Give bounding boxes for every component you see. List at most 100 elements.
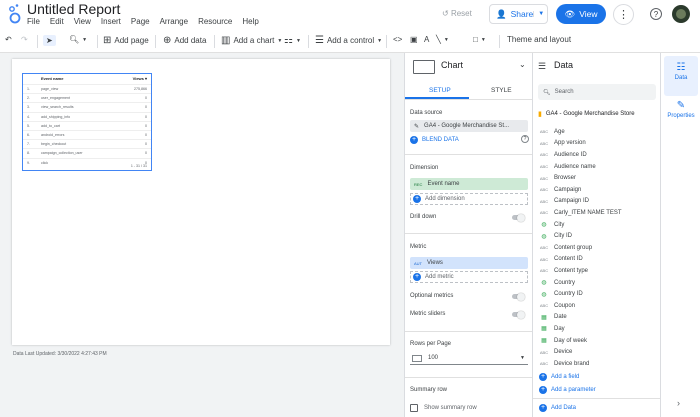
menu-resource[interactable]: Resource xyxy=(198,17,232,26)
field-item[interactable]: ▦ Date xyxy=(539,312,567,324)
field-item[interactable]: ▦ Day of week xyxy=(539,335,587,347)
avatar[interactable] xyxy=(672,5,690,23)
theme-and-layout-button[interactable]: Theme and layout xyxy=(507,35,571,44)
chart-panel-title: Chart xyxy=(441,60,464,70)
menu-view[interactable]: View xyxy=(74,17,91,26)
field-item[interactable]: ABC Audience ID xyxy=(539,149,587,161)
add-data-icon: ⊕ xyxy=(163,35,172,46)
zoom-icon[interactable]: 🔍︎ ▼ xyxy=(69,35,87,44)
table-row: 5. add_to_cart 0 xyxy=(23,120,151,129)
redo-icon[interactable]: ↷ xyxy=(21,35,28,44)
column-header-views[interactable]: Views ▾ xyxy=(133,76,147,81)
table-row: 2. user_engagement 0 xyxy=(23,93,151,101)
field-item[interactable]: ABC App version xyxy=(539,138,586,150)
table-chart[interactable]: Event name Views ▾ 1. page_view 275,866 2. u… xyxy=(22,73,152,171)
field-item[interactable]: ABC Campaign ID xyxy=(539,196,589,208)
tab-style[interactable]: STYLE xyxy=(491,87,512,94)
help-icon[interactable]: ? xyxy=(650,8,662,20)
add-dimension-button[interactable]: + Add dimension xyxy=(410,193,528,205)
field-item[interactable]: ABC Coupon xyxy=(539,300,575,312)
table-chart-type-icon[interactable] xyxy=(413,60,435,74)
summary-row-label: Summary row xyxy=(410,387,448,393)
report-title[interactable]: Untitled Report xyxy=(27,1,120,17)
field-item[interactable]: ◍ City ID xyxy=(539,230,572,242)
search-input[interactable]: 🔍︎ Search xyxy=(538,84,656,100)
add-page-button[interactable]: ⊞ Add page xyxy=(103,35,149,46)
field-item[interactable]: ABC Device xyxy=(539,346,572,358)
globe-icon: ◍ xyxy=(541,222,547,229)
field-item[interactable]: ABC Content ID xyxy=(539,254,583,266)
image-icon[interactable]: ▣ xyxy=(410,35,418,44)
share-dropdown-icon[interactable]: ▼ xyxy=(533,11,548,17)
help-circle-icon[interactable]: ? xyxy=(521,135,529,143)
table-pagination[interactable]: 1 - 31 / 31 xyxy=(131,164,147,168)
field-item[interactable]: ABC Browser xyxy=(539,172,576,184)
community-visualizations-icon[interactable]: ⚏ ▼ xyxy=(284,35,301,46)
add-chart-button[interactable]: ▥ Add a chart ▼ xyxy=(221,35,282,46)
field-item[interactable]: ABC Audience name xyxy=(539,161,596,173)
right-rail: ☷ Data ✎ Properties › xyxy=(660,53,700,417)
metric-sliders-toggle[interactable] xyxy=(512,310,525,319)
field-item[interactable]: ABC Carly_ITEM NAME TEST xyxy=(539,207,622,219)
dimension-chip[interactable]: REC Event name xyxy=(410,178,528,190)
drill-down-toggle[interactable] xyxy=(512,213,525,222)
field-item[interactable]: ◍ Country ID xyxy=(539,288,582,300)
undo-icon[interactable]: ↶ xyxy=(5,35,12,44)
text-field-icon: ABC xyxy=(539,198,549,204)
menu-arrange[interactable]: Arrange xyxy=(160,17,188,26)
edit-pencil-icon[interactable]: ✎ xyxy=(414,123,419,130)
field-item[interactable]: ▦ Day xyxy=(539,323,565,335)
collapse-chevron-icon[interactable]: ⌄ xyxy=(519,60,526,69)
control-icon: ☰ xyxy=(315,35,324,46)
add-metric-plus-icon: + xyxy=(413,273,421,281)
field-item[interactable]: ABC Content type xyxy=(539,265,588,277)
metric-chip[interactable]: AUT Views xyxy=(410,257,528,269)
show-summary-row-checkbox[interactable] xyxy=(410,404,418,412)
add-metric-button[interactable]: + Add metric xyxy=(410,271,528,283)
add-data-plus-icon: + xyxy=(539,404,547,412)
tab-setup[interactable]: SETUP xyxy=(429,87,451,94)
add-field-button[interactable]: + Add a field xyxy=(539,371,579,383)
metric-sliders-label: Metric sliders xyxy=(410,311,446,317)
field-item[interactable]: ABC Campaign xyxy=(539,184,581,196)
data-source-name[interactable]: ▮ GA4 - Google Merchandise Store xyxy=(538,110,635,118)
share-button[interactable]: 👤 Share ▼ xyxy=(489,4,548,24)
text-icon[interactable]: A xyxy=(424,35,429,44)
looker-studio-logo-icon[interactable] xyxy=(6,3,22,25)
add-data-button[interactable]: + Add Data xyxy=(539,402,576,414)
field-item[interactable]: ABC Device brand xyxy=(539,358,589,370)
rows-per-page-select[interactable]: 100 ▼ xyxy=(410,352,528,365)
rail-properties-tab[interactable]: ✎ Properties xyxy=(664,98,698,128)
share-label: Share xyxy=(510,9,534,19)
view-button[interactable]: 👁 View xyxy=(556,4,606,24)
more-options-icon[interactable]: ⋮ xyxy=(613,4,634,25)
field-item[interactable]: ◍ Country xyxy=(539,277,575,289)
add-dimension-plus-icon: + xyxy=(413,195,421,203)
toolbar: ↶ ↷ ➤ 🔍︎ ▼ ⊞ Add page ⊕ Add data ▥ Add a cha… xyxy=(0,31,700,53)
field-item[interactable]: ◍ City xyxy=(539,219,564,231)
reset-button[interactable]: ↺ Reset xyxy=(442,9,472,18)
table-row: 8. campaign_collection_user 0 xyxy=(23,148,151,156)
line-icon[interactable]: ╲ ▼ xyxy=(436,35,449,44)
expand-chevron-icon[interactable]: › xyxy=(677,398,680,408)
menu-page[interactable]: Page xyxy=(131,17,150,26)
select-icon[interactable]: ➤ xyxy=(43,35,56,46)
calendar-icon: ▦ xyxy=(541,338,547,345)
field-item[interactable]: ABC Age xyxy=(539,126,565,138)
add-control-button[interactable]: ☰ Add a control ▼ xyxy=(315,35,382,46)
menu-file[interactable]: File xyxy=(27,17,40,26)
optional-metrics-toggle[interactable] xyxy=(512,292,525,301)
menu-edit[interactable]: Edit xyxy=(50,17,64,26)
shape-icon[interactable]: □ ▼ xyxy=(473,35,486,44)
column-header-event-name[interactable]: Event name xyxy=(41,76,63,81)
add-parameter-button[interactable]: + Add a parameter xyxy=(539,384,596,396)
rail-data-tab[interactable]: ☷ Data xyxy=(664,56,698,96)
menu-insert[interactable]: Insert xyxy=(101,17,121,26)
add-data-button[interactable]: ⊕ Add data xyxy=(163,35,206,46)
data-source-chip[interactable]: ✎ GA4 - Google Merchandise St... xyxy=(410,120,528,132)
code-icon[interactable]: <> xyxy=(393,35,402,44)
menu-help[interactable]: Help xyxy=(242,17,258,26)
field-item[interactable]: ABC Content group xyxy=(539,242,592,254)
ga4-icon: ▮ xyxy=(538,111,542,118)
blend-data-button[interactable]: + BLEND DATA xyxy=(410,134,459,146)
